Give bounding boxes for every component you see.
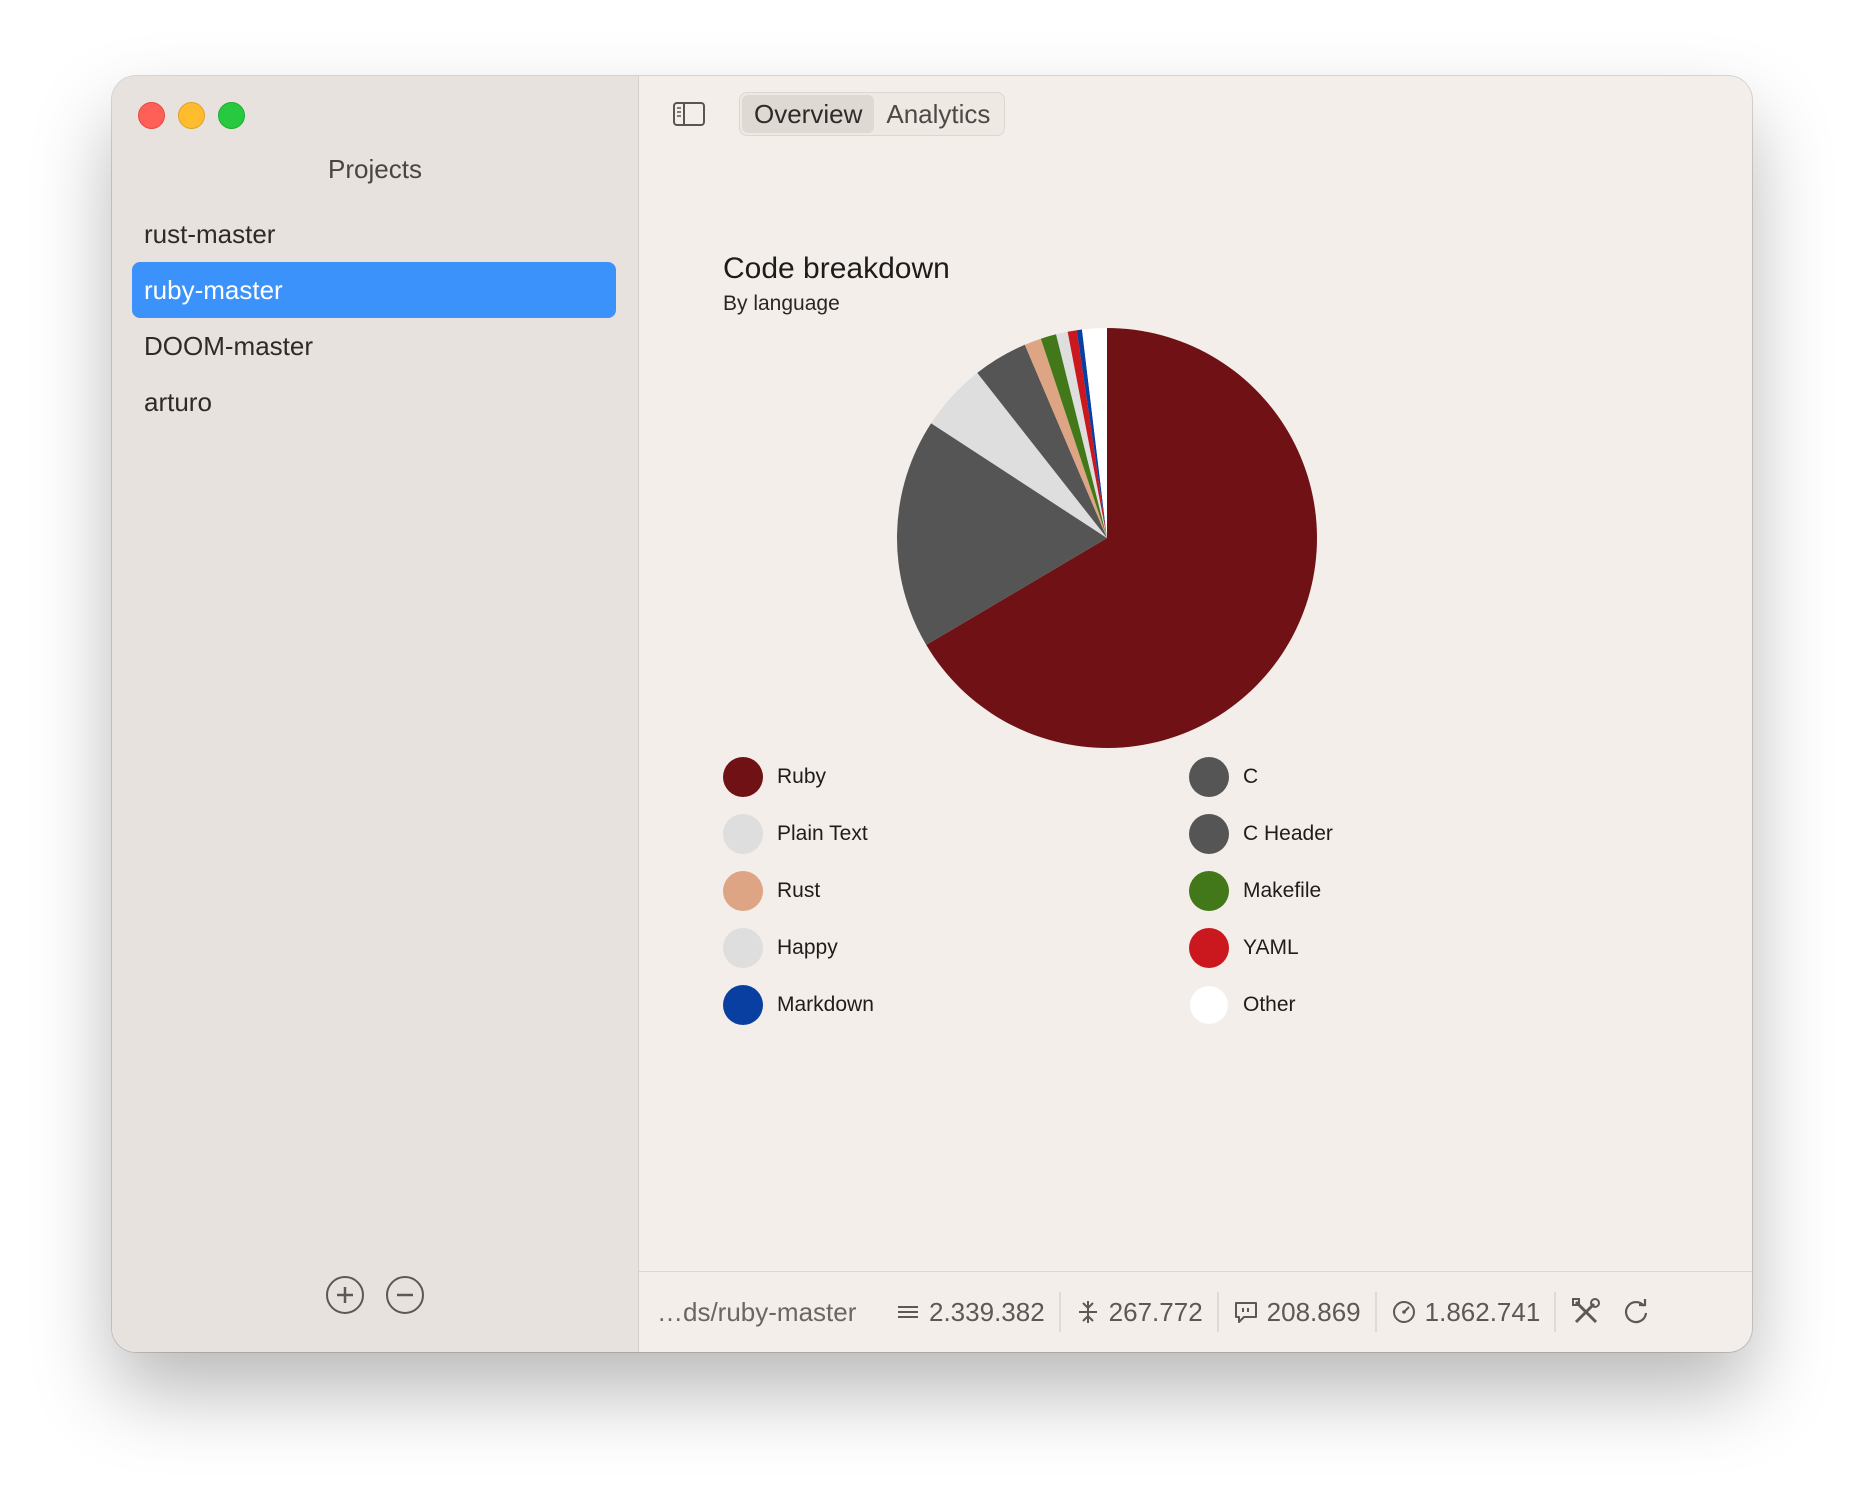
- project-item-ruby-master[interactable]: ruby-master: [132, 262, 616, 318]
- code-stat: 267.772: [1061, 1292, 1219, 1332]
- legend-swatch: [723, 985, 763, 1025]
- blanks-stat: 1.862.741: [1377, 1292, 1557, 1332]
- project-path: …ds/ruby-master: [657, 1296, 857, 1327]
- legend-item-c: C: [1189, 756, 1583, 798]
- status-tools: [1570, 1296, 1652, 1328]
- add-project-button[interactable]: [326, 1276, 364, 1314]
- chart-legend: Ruby C Plain Text C Header Rust Makefile Happy…: [723, 756, 1583, 1026]
- refresh-icon[interactable]: [1620, 1296, 1652, 1328]
- project-item-rust-master[interactable]: rust-master: [132, 206, 616, 262]
- tools-icon[interactable]: [1570, 1296, 1602, 1328]
- status-bar: …ds/ruby-master 2.339.382 267.772 208.86…: [639, 1271, 1752, 1352]
- legend-label: C Header: [1243, 822, 1333, 845]
- legend-label: Ruby: [777, 765, 827, 788]
- lines-count: 2.339.382: [929, 1296, 1045, 1327]
- comments-count: 208.869: [1266, 1296, 1361, 1327]
- legend-item-makefile: Makefile: [1189, 870, 1583, 912]
- sidebar-title: Projects: [328, 154, 422, 184]
- language-pie-chart: [897, 328, 1317, 748]
- legend-item-markdown: Markdown: [723, 984, 1189, 1026]
- main-content: Overview Analytics Code breakdown By lan…: [639, 76, 1752, 1352]
- app-window: Projects rust-master ruby-master DOOM-ma…: [112, 76, 1752, 1352]
- legend-item-rust: Rust: [723, 870, 1189, 912]
- legend-label: C: [1243, 765, 1259, 788]
- comments-stat: 208.869: [1219, 1292, 1377, 1332]
- sidebar-footer: [112, 1276, 638, 1314]
- legend-label: Other: [1243, 993, 1296, 1016]
- zoom-window-button[interactable]: [218, 102, 245, 129]
- legend-item-happy: Happy: [723, 927, 1189, 969]
- minimize-window-button[interactable]: [178, 102, 205, 129]
- project-item-doom-master[interactable]: DOOM-master: [132, 318, 616, 374]
- legend-swatch: [723, 928, 763, 968]
- legend-swatch: [723, 757, 763, 797]
- tab-analytics[interactable]: Analytics: [874, 95, 1002, 133]
- remove-project-button[interactable]: [386, 1276, 424, 1314]
- chart-subtitle: By language: [723, 292, 840, 315]
- legend-label: Makefile: [1243, 879, 1322, 902]
- tab-overview[interactable]: Overview: [742, 95, 875, 133]
- legend-swatch: [1189, 871, 1229, 911]
- legend-item-plain-text: Plain Text: [723, 813, 1189, 855]
- legend-item-other: Other: [1189, 984, 1583, 1026]
- legend-item-yaml: YAML: [1189, 927, 1583, 969]
- legend-swatch: [1189, 814, 1229, 854]
- sidebar: Projects rust-master ruby-master DOOM-ma…: [112, 76, 639, 1352]
- legend-label: Happy: [777, 936, 838, 959]
- project-list: rust-master ruby-master DOOM-master artu…: [132, 206, 616, 430]
- chart-title: Code breakdown: [723, 252, 950, 285]
- minus-icon: [397, 1293, 413, 1297]
- lines-stat: 2.339.382: [881, 1292, 1061, 1332]
- legend-item-c-header: C Header: [1189, 813, 1583, 855]
- gauge-icon: [1392, 1301, 1415, 1323]
- compress-icon: [1078, 1301, 1097, 1323]
- legend-label: YAML: [1243, 936, 1299, 959]
- legend-swatch: [723, 814, 763, 854]
- close-window-button[interactable]: [138, 102, 165, 129]
- view-tabs: Overview Analytics: [739, 92, 1006, 136]
- legend-label: Markdown: [777, 993, 874, 1016]
- plus-icon: [337, 1287, 353, 1303]
- sidebar-toggle-icon[interactable]: [673, 102, 705, 126]
- legend-label: Rust: [777, 879, 821, 902]
- legend-item-ruby: Ruby: [723, 756, 1189, 798]
- legend-swatch: [723, 871, 763, 911]
- blanks-count: 1.862.741: [1424, 1296, 1541, 1327]
- legend-swatch: [1189, 928, 1229, 968]
- project-item-arturo[interactable]: arturo: [132, 374, 616, 430]
- legend-swatch: [1189, 985, 1229, 1025]
- legend-swatch: [1189, 757, 1229, 797]
- legend-label: Plain Text: [777, 822, 868, 845]
- code-count: 267.772: [1108, 1296, 1203, 1327]
- comment-icon: [1234, 1302, 1257, 1323]
- lines-icon: [898, 1306, 918, 1318]
